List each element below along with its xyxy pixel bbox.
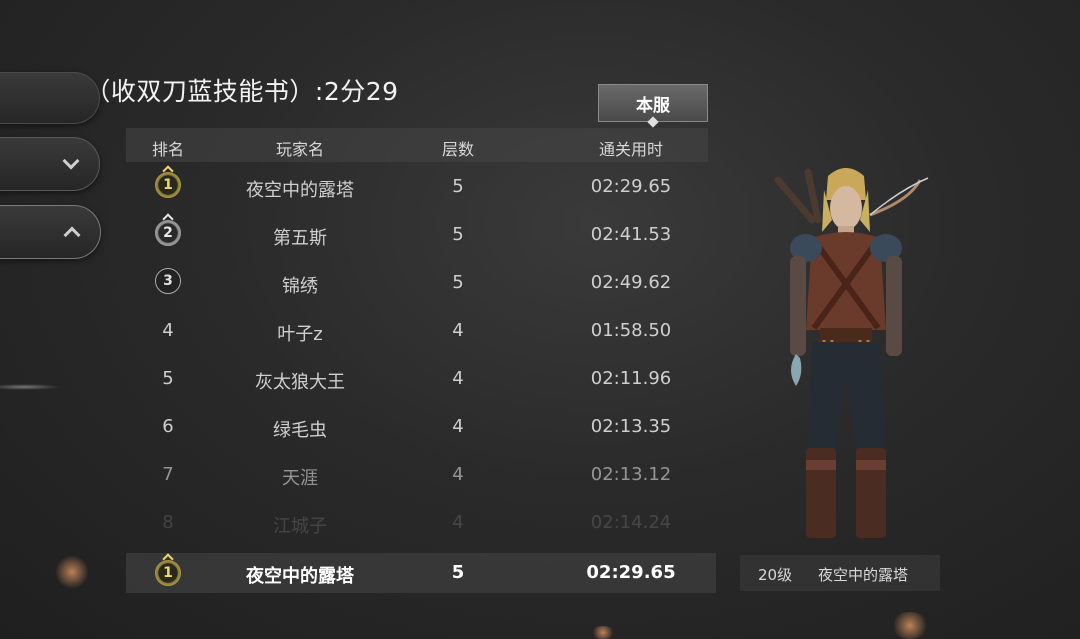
my-player-name: 夜空中的露塔	[246, 566, 354, 587]
row-player-name: 夜空中的露塔	[246, 180, 354, 201]
table-row[interactable]: 2 第五斯 5 02:41.53	[126, 212, 708, 260]
row-player-name: 锦绣	[282, 276, 318, 297]
silver-medal-icon: 2	[155, 220, 181, 246]
chevron-up-icon	[63, 226, 81, 244]
table-row[interactable]: 3 锦绣 5 02:49.62	[126, 260, 708, 308]
row-time: 01:58.50	[590, 320, 672, 341]
row-floor: 4	[452, 416, 464, 437]
bronze-medal-icon: 3	[155, 268, 181, 294]
row-time: 02:49.62	[590, 272, 672, 293]
row-rank: 5	[162, 368, 174, 389]
table-row[interactable]: 4 叶子z 4 01:58.50	[126, 308, 708, 356]
tab-server[interactable]: 本服	[598, 84, 708, 122]
row-floor: 5	[452, 272, 464, 293]
left-dropdown-expanded[interactable]	[0, 205, 101, 259]
row-player-name: 天涯	[282, 468, 318, 489]
row-player-name: 灰太狼大王	[255, 372, 345, 393]
my-floor: 5	[451, 562, 465, 583]
table-row[interactable]: 6 绿毛虫 4 02:13.35	[126, 404, 708, 452]
header-rank: 排名	[151, 140, 184, 159]
player-level: 20级	[758, 566, 793, 584]
row-floor: 5	[452, 176, 464, 197]
table-row[interactable]: 8 江城子 4 02:14.24	[126, 500, 708, 534]
row-floor: 4	[452, 464, 464, 485]
row-floor: 4	[452, 512, 464, 533]
header-player-name: 玩家名	[275, 140, 324, 159]
gold-medal-icon: 1	[155, 172, 181, 198]
header-clear-time: 通关用时	[598, 140, 663, 159]
row-floor: 5	[452, 224, 464, 245]
row-rank: 6	[162, 416, 174, 437]
ember-glow	[590, 626, 616, 639]
row-floor: 4	[452, 368, 464, 389]
table-row[interactable]: 7 天涯 4 02:13.12	[126, 452, 708, 500]
row-time: 02:14.24	[590, 512, 672, 533]
ranking-table-header: 排名 玩家名 层数 通关用时	[126, 128, 708, 162]
row-player-name: 叶子z	[277, 324, 323, 345]
row-time: 02:41.53	[590, 224, 672, 245]
header-floor: 层数	[441, 140, 474, 159]
ranking-list[interactable]: 1 夜空中的露塔 5 02:29.65 2 第五斯 5 02:41.53 3 锦…	[126, 164, 708, 534]
row-floor: 4	[452, 320, 464, 341]
row-player-name: 绿毛虫	[273, 420, 327, 441]
left-menu-button-1[interactable]	[0, 72, 100, 124]
my-time: 02:29.65	[586, 562, 676, 583]
table-row[interactable]: 1 夜空中的露塔 5 02:29.65	[126, 164, 708, 212]
row-time: 02:29.65	[590, 176, 672, 197]
left-divider-glow	[0, 384, 60, 390]
my-ranking-row: 1 夜空中的露塔 5 02:29.65	[126, 553, 716, 593]
row-rank: 8	[162, 512, 174, 533]
player-info-tag: 20级 夜空中的露塔	[740, 555, 940, 591]
row-player-name: 第五斯	[273, 228, 327, 249]
ember-glow	[55, 555, 89, 589]
row-time: 02:13.35	[590, 416, 672, 437]
gold-medal-icon: 1	[155, 560, 181, 586]
row-player-name: 江城子	[273, 516, 327, 534]
chevron-down-icon	[62, 152, 80, 170]
player-character-model	[760, 160, 930, 550]
row-time: 02:11.96	[590, 368, 672, 389]
ember-glow	[890, 612, 930, 639]
row-rank: 7	[162, 464, 174, 485]
table-row[interactable]: 5 灰太狼大王 4 02:11.96	[126, 356, 708, 404]
player-name: 夜空中的露塔	[818, 566, 909, 584]
row-time: 02:13.12	[590, 464, 672, 485]
row-rank: 4	[162, 320, 174, 341]
left-dropdown-collapsed[interactable]	[0, 137, 100, 191]
